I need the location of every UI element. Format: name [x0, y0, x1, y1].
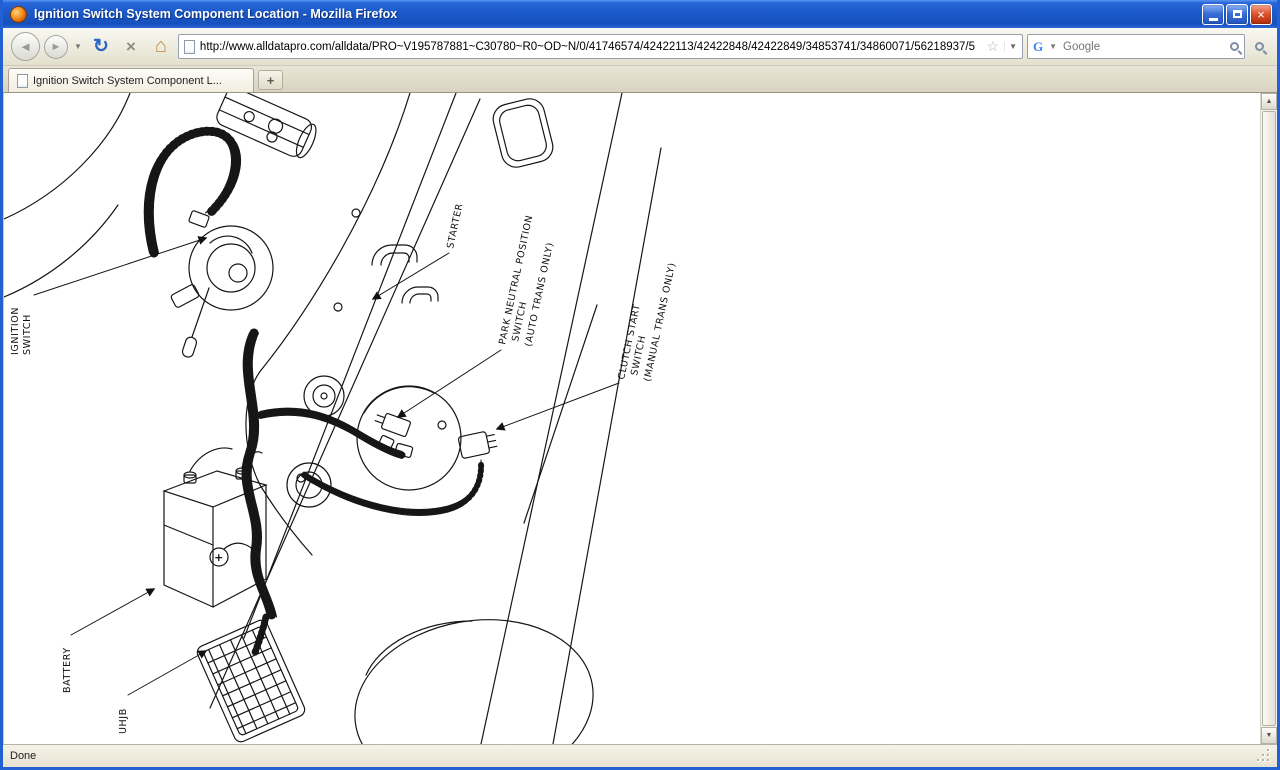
search-magnifier-icon[interactable] — [1230, 42, 1239, 51]
label-uhjb: UHJB — [118, 708, 129, 734]
google-logo-icon: G — [1033, 39, 1043, 55]
content-area: IGNITION SWITCH STARTER PARK NEUTRAL POS… — [3, 93, 1277, 744]
page-icon — [184, 40, 195, 54]
tab-page-icon — [17, 74, 28, 88]
uhjb-fuse-box — [195, 618, 307, 744]
label-ignition-line2: SWITCH — [22, 314, 33, 355]
new-tab-button[interactable]: + — [258, 70, 283, 90]
engine-details — [267, 132, 461, 507]
label-starter: STARTER — [445, 202, 465, 249]
cowl-vent-opening — [490, 96, 556, 171]
bookmark-star-icon[interactable]: ☆ — [987, 38, 1000, 55]
scrollbar-thumb[interactable] — [1262, 111, 1276, 726]
component-location-diagram: IGNITION SWITCH STARTER PARK NEUTRAL POS… — [4, 93, 1261, 744]
page-viewport: IGNITION SWITCH STARTER PARK NEUTRAL POS… — [3, 93, 1260, 744]
steering-column — [214, 93, 321, 162]
search-box[interactable]: G ▼ — [1027, 34, 1245, 59]
search-engine-dropdown[interactable]: ▼ — [1047, 42, 1059, 51]
scroll-up-button[interactable]: ▲ — [1261, 93, 1277, 110]
status-text: Done — [10, 750, 36, 762]
back-icon: ◄ — [19, 39, 32, 54]
location-dropdown-button[interactable]: ▼ — [1004, 42, 1017, 51]
navigation-toolbar: ◄ ► ▼ ↻ × ⌂ http://www.alldatapro.com/al… — [3, 28, 1277, 66]
tab-label: Ignition Switch System Component L... — [33, 75, 245, 87]
firefox-icon — [10, 6, 27, 23]
location-bar[interactable]: http://www.alldatapro.com/alldata/PRO~V1… — [178, 34, 1023, 59]
browser-window: Ignition Switch System Component Locatio… — [0, 0, 1280, 770]
search-input[interactable] — [1063, 41, 1226, 53]
back-button[interactable]: ◄ — [11, 32, 40, 61]
chevron-down-icon: ▼ — [74, 42, 82, 51]
minimize-icon — [1209, 18, 1218, 21]
close-button[interactable]: × — [1250, 4, 1272, 25]
magnifier-icon — [1255, 42, 1264, 51]
label-pnp-line3: (AUTO TRANS ONLY) — [523, 241, 556, 347]
scroll-down-button[interactable]: ▼ — [1261, 727, 1277, 744]
clutch-start-switch — [458, 430, 498, 459]
maximize-icon — [1233, 10, 1242, 18]
plus-icon: + — [267, 73, 275, 88]
maximize-button[interactable] — [1226, 4, 1248, 25]
home-icon: ⌂ — [155, 35, 167, 58]
stop-button[interactable]: × — [118, 34, 144, 60]
resize-grip[interactable] — [1256, 750, 1270, 762]
url-text[interactable]: http://www.alldatapro.com/alldata/PRO~V1… — [200, 41, 982, 53]
search-go-button[interactable] — [1249, 34, 1269, 60]
window-title: Ignition Switch System Component Locatio… — [27, 7, 1200, 21]
uhjb-cable — [254, 617, 266, 655]
minimize-button[interactable] — [1202, 4, 1224, 25]
reload-icon: ↻ — [93, 35, 109, 58]
scroll-down-icon: ▼ — [1266, 732, 1273, 739]
close-icon: × — [1257, 8, 1265, 21]
pnp-switch — [374, 410, 411, 437]
pnp-branch — [260, 408, 413, 458]
scroll-up-icon: ▲ — [1266, 98, 1273, 105]
battery-plus-mark: + — [214, 551, 224, 564]
vertical-scrollbar[interactable]: ▲ ▼ — [1260, 93, 1277, 744]
history-dropdown-button[interactable]: ▼ — [72, 42, 84, 51]
tab-strip: Ignition Switch System Component L... + — [3, 66, 1277, 93]
label-battery: BATTERY — [62, 647, 73, 693]
tab-ignition-switch[interactable]: Ignition Switch System Component L... — [8, 68, 254, 92]
forward-button[interactable]: ► — [44, 35, 68, 59]
chevron-down-icon: ▼ — [1049, 42, 1057, 51]
harness-hook — [144, 131, 240, 253]
home-button[interactable]: ⌂ — [148, 34, 174, 60]
title-bar[interactable]: Ignition Switch System Component Locatio… — [3, 0, 1277, 28]
status-bar: Done — [3, 744, 1277, 767]
main-harness — [242, 333, 276, 617]
label-ignition-line1: IGNITION — [10, 307, 21, 355]
reload-button[interactable]: ↻ — [88, 34, 114, 60]
diagram-linework — [4, 93, 661, 744]
label-clutch-line3: (MANUAL TRANS ONLY) — [642, 262, 678, 383]
forward-icon: ► — [51, 41, 62, 53]
stop-icon: × — [126, 37, 136, 57]
